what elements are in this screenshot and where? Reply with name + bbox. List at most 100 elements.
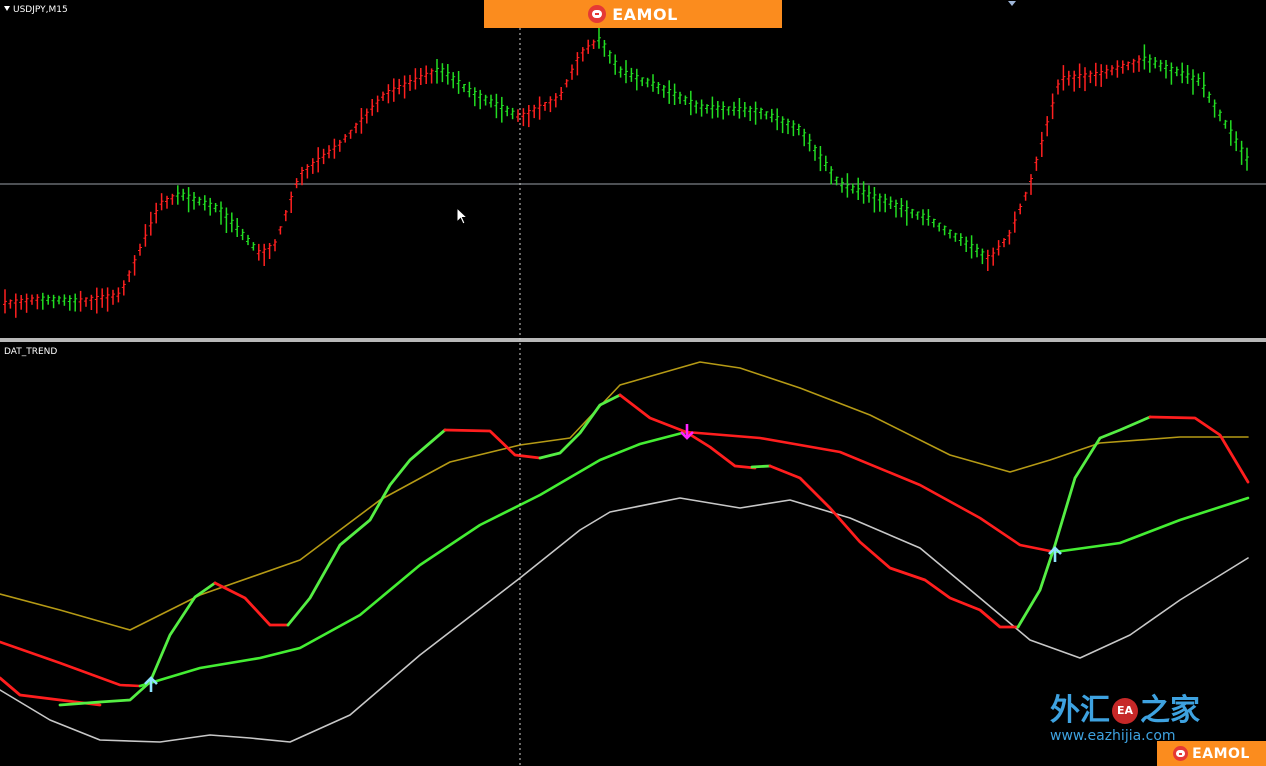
candle [391,78,396,102]
candle [121,280,126,296]
candle [575,52,580,76]
price-chart-pane[interactable]: USDJPY,M15 [0,0,1266,338]
trend-line-down-2 [213,581,290,627]
candle [553,93,558,108]
candle [656,82,661,95]
candle [181,188,186,201]
candle [516,109,520,122]
candle [256,243,261,261]
chevron-down-icon[interactable] [4,6,10,11]
candle [985,249,990,271]
candle [710,96,715,119]
candle [262,243,267,266]
candle [705,104,709,114]
candle [823,155,828,172]
candle [348,129,353,139]
candle [964,236,969,252]
candle [532,104,537,119]
candle [1223,119,1228,129]
candle [829,166,834,185]
candle [580,47,585,62]
candle [678,91,682,104]
trend-line-down-5 [768,464,1020,629]
candle [537,96,542,120]
candle [213,203,218,213]
candle [219,201,223,225]
candle [883,193,888,213]
candle [1245,147,1249,171]
candle [84,297,88,307]
candle [861,181,866,204]
candle [856,177,861,200]
candle [413,68,418,90]
candle [1018,203,1023,215]
middle-line-down-2 [684,430,1057,554]
candle [165,195,169,209]
candle [958,233,963,246]
candle [35,294,40,310]
candle [899,198,904,218]
candle [202,195,207,211]
price-chart[interactable] [0,0,1266,338]
symbol-label: USDJPY,M15 [4,5,68,15]
candle [753,101,758,125]
candle [429,68,434,84]
candle [699,99,704,117]
candle [370,99,375,116]
candle [175,185,180,205]
candle [1023,191,1028,201]
candle [991,247,996,266]
candle [1137,55,1141,72]
middle-line-up-1 [138,430,688,688]
candle [543,102,547,111]
candle [283,210,288,222]
candle [138,243,142,256]
candle [13,293,18,318]
candle [591,39,596,49]
candle [100,288,105,308]
candle [170,193,175,205]
candle [435,59,439,84]
candle [845,173,850,198]
candle [499,96,504,123]
candle [24,293,29,313]
candle [1207,91,1212,103]
candle [521,108,526,127]
watermark: 外汇 EA 之家 www.eazhijia.com [1050,694,1200,745]
candle [651,74,655,92]
trend-line-up-4 [750,464,772,469]
candle [910,208,915,219]
candle [586,39,591,54]
candle [240,228,245,241]
candle [143,224,148,247]
candle [310,158,315,174]
candle [894,199,898,218]
candle [8,299,13,309]
candle [937,222,942,232]
mouse-pointer-icon [456,207,469,225]
candle [688,90,693,116]
candle [948,229,952,239]
candle [1056,79,1060,95]
candle [78,290,83,312]
candle [732,101,736,116]
candle [564,79,569,88]
candle [192,192,196,210]
brand-corner-name: EAMOL [1192,745,1250,762]
candle [316,147,321,173]
candle [505,105,510,117]
shift-marker-icon[interactable] [1008,1,1016,6]
candle [397,78,402,95]
candle [715,101,720,118]
candle [775,108,780,131]
candle [208,197,213,216]
candle [267,243,272,259]
candle [969,235,974,259]
candle [840,177,844,193]
candle [613,54,618,75]
candle [332,138,337,159]
candle [813,144,817,161]
candle [769,108,774,123]
candle [1212,99,1217,118]
trend-line-up-2 [286,428,447,627]
